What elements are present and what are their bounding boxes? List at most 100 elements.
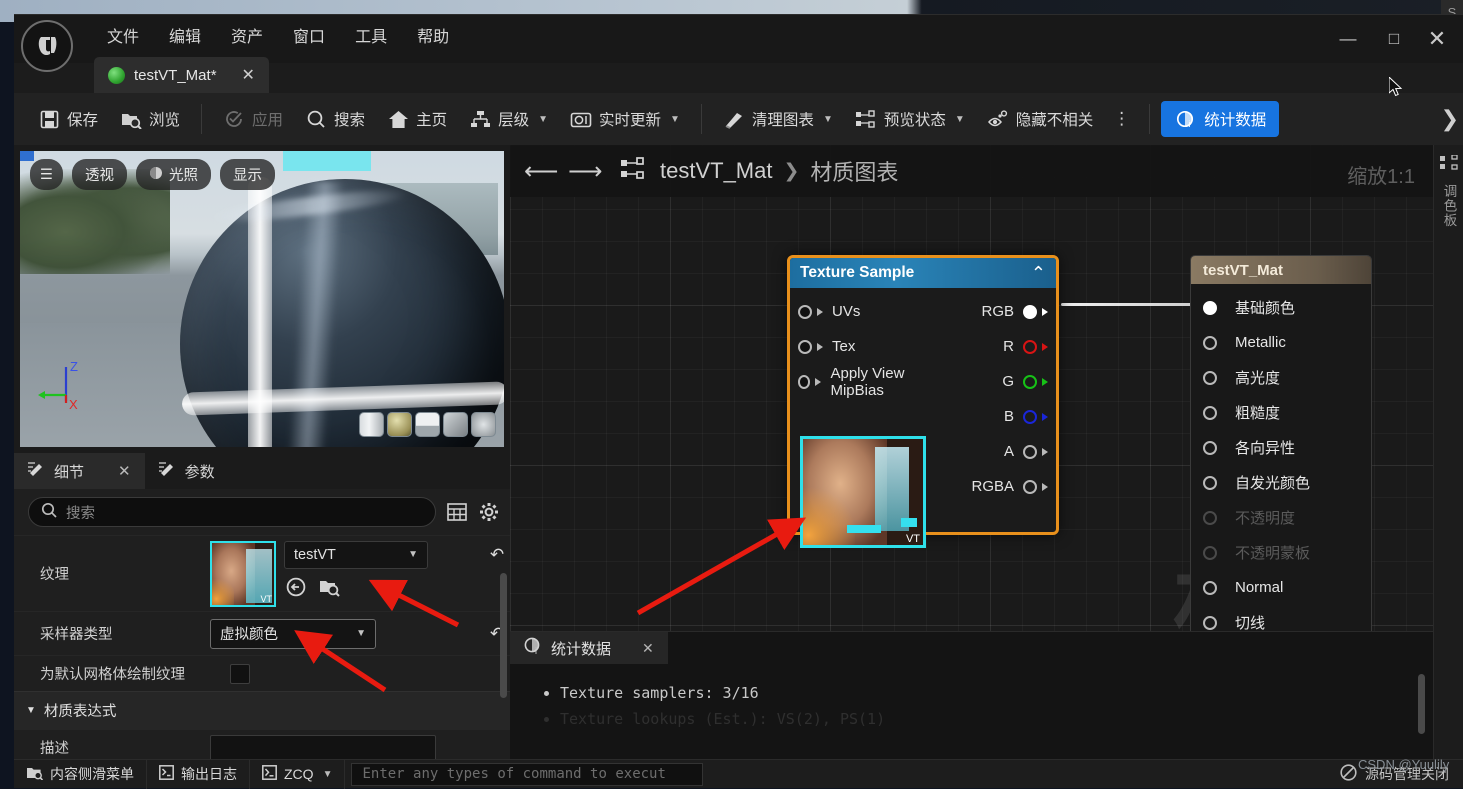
shape-sphere-button[interactable]	[387, 412, 412, 437]
pin-opacity[interactable]: 不透明度	[1191, 500, 1371, 535]
use-selected-asset-icon[interactable]	[284, 575, 308, 599]
tab-details[interactable]: 细节 ✕	[14, 453, 145, 489]
node-texture-preview[interactable]: VT	[800, 436, 926, 548]
menu-edit[interactable]: 编辑	[156, 17, 214, 53]
viewport-perspective-button[interactable]: 透视	[72, 159, 127, 190]
node-texture-sample[interactable]: Texture Sample ⌃ UVs Tex Apply View MipB…	[787, 255, 1059, 548]
chevron-down-icon[interactable]: ▼	[538, 114, 548, 125]
clean-graph-button[interactable]: 清理图表 ▼	[713, 102, 843, 136]
pin-output-g[interactable]: G	[942, 364, 1048, 399]
live-update-button[interactable]: 实时更新 ▼	[560, 102, 690, 136]
revert-texture-button[interactable]: ↶	[484, 545, 510, 565]
menu-window[interactable]: 窗口	[280, 17, 338, 53]
shape-teapot-button[interactable]	[471, 412, 496, 437]
command-input[interactable]: Enter any types of command to execut	[351, 762, 704, 786]
maximize-button[interactable]: □	[1371, 16, 1417, 62]
pin-input-tex[interactable]: Tex	[798, 329, 942, 364]
overflow-menu-button[interactable]: ⋮	[1105, 109, 1138, 129]
description-input[interactable]	[210, 734, 436, 761]
pin-output-rgba[interactable]: RGBA	[942, 469, 1048, 504]
tab-parameters[interactable]: 参数	[145, 453, 229, 489]
toolbar-overflow-chevron[interactable]: ❯	[1441, 106, 1459, 132]
chevron-up-icon[interactable]: ⌃	[1031, 263, 1046, 284]
pin-anisotropy[interactable]: 各向异性	[1191, 430, 1371, 465]
output-log-button[interactable]: 输出日志	[147, 759, 250, 789]
texture-asset-dropdown[interactable]: testVT ▼	[284, 540, 428, 569]
close-icon[interactable]: ✕	[118, 462, 131, 480]
node-header[interactable]: testVT_Mat	[1191, 256, 1371, 284]
section-material-expression[interactable]: ▼ 材质表达式	[14, 691, 510, 729]
pin-input-uvs[interactable]: UVs	[798, 294, 942, 329]
stats-scrollbar[interactable]	[1418, 674, 1425, 734]
material-graph-canvas[interactable]: 材质 Texture Sample ⌃ UVs	[510, 145, 1433, 759]
close-icon[interactable]: ✕	[642, 640, 654, 657]
content-drawer-label: 内容侧滑菜单	[50, 766, 134, 782]
forward-arrow-icon[interactable]: ⟶	[568, 157, 602, 186]
default-mesh-paint-checkbox[interactable]	[230, 663, 250, 684]
home-button[interactable]: 主页	[377, 102, 457, 136]
settings-gear-icon[interactable]	[478, 501, 500, 523]
connection-wire-rgb-to-basecolor[interactable]	[1061, 303, 1192, 306]
graph-node-icon[interactable]	[1434, 154, 1463, 174]
tab-testvt-mat[interactable]: testVT_Mat* ✕	[94, 57, 269, 93]
pin-output-a[interactable]: A	[942, 434, 1048, 469]
browse-button[interactable]: 浏览	[110, 102, 190, 136]
menu-help[interactable]: 帮助	[404, 17, 462, 53]
menu-tools[interactable]: 工具	[342, 17, 400, 53]
back-arrow-icon[interactable]: ⟵	[524, 157, 558, 186]
sampler-type-dropdown[interactable]: 虚拟颜色 ▼	[210, 618, 376, 649]
pin-output-r[interactable]: R	[942, 329, 1048, 364]
viewport-lighting-button[interactable]: 光照	[136, 159, 211, 190]
chevron-down-icon[interactable]: ▼	[823, 114, 833, 125]
hide-unrelated-button[interactable]: 隐藏不相关	[977, 102, 1104, 136]
pin-metallic[interactable]: Metallic	[1191, 325, 1371, 360]
minimize-button[interactable]: —	[1325, 16, 1371, 62]
pin-base-color[interactable]: 基础颜色	[1191, 290, 1371, 325]
stats-button[interactable]: i 统计数据	[1161, 101, 1280, 137]
stats-line: Texture lookups (Est.): VS(2), PS(1)	[560, 706, 1433, 732]
pin-emissive-color[interactable]: 自发光颜色	[1191, 465, 1371, 500]
hierarchy-button[interactable]: 层级 ▼	[459, 102, 558, 136]
close-button[interactable]: ✕	[1417, 16, 1463, 62]
close-icon[interactable]: ✕	[242, 65, 255, 85]
source-control-status[interactable]: 源码管理关闭 CSDN @Yuulily	[1340, 757, 1463, 784]
table-view-icon[interactable]	[446, 501, 468, 523]
search-button[interactable]: 搜索	[295, 102, 375, 136]
shape-cylinder-button[interactable]	[359, 412, 384, 437]
material-preview-viewport[interactable]: ☰ 透视 光照 显示 Z X	[20, 151, 504, 447]
preview-state-button[interactable]: 预览状态 ▼	[845, 102, 975, 136]
details-scrollbar[interactable]	[500, 573, 507, 698]
chevron-down-icon[interactable]: ▼	[670, 114, 680, 125]
content-drawer-button[interactable]: 内容侧滑菜单	[14, 759, 147, 789]
chevron-down-icon[interactable]: ▼	[955, 114, 965, 125]
pin-specular[interactable]: 高光度	[1191, 360, 1371, 395]
stats-panel-tab[interactable]: i 统计数据 ✕	[510, 632, 668, 664]
command-console-selector[interactable]: ZCQ ▼	[250, 759, 346, 789]
breadcrumb-root[interactable]: testVT_Mat	[660, 158, 772, 184]
breadcrumb-leaf[interactable]: 材质图表	[810, 155, 898, 187]
palette-tab-label[interactable]: 调色板	[1439, 184, 1459, 228]
graph-node-icon	[855, 108, 877, 130]
shape-plane-button[interactable]	[415, 412, 440, 437]
node-header[interactable]: Texture Sample ⌃	[790, 258, 1056, 288]
shape-cube-button[interactable]	[443, 412, 468, 437]
menu-file[interactable]: 文件	[94, 17, 152, 53]
save-button[interactable]: 保存	[28, 102, 108, 136]
search-input[interactable]: 搜索	[28, 497, 436, 527]
pin-roughness[interactable]: 粗糙度	[1191, 395, 1371, 430]
viewport-show-button[interactable]: 显示	[220, 159, 275, 190]
chevron-down-icon[interactable]: ▼	[323, 769, 333, 780]
viewport-menu-button[interactable]: ☰	[30, 159, 63, 190]
pin-input-apply-view-mipbias[interactable]: Apply View MipBias	[798, 364, 942, 399]
unreal-logo-icon[interactable]	[21, 20, 73, 72]
menu-assets[interactable]: 资产	[218, 17, 276, 53]
pin-output-b[interactable]: B	[942, 399, 1048, 434]
texture-thumbnail[interactable]: VT	[210, 540, 276, 607]
pin-normal[interactable]: Normal	[1191, 570, 1371, 605]
pin-opacity-mask[interactable]: 不透明蒙板	[1191, 535, 1371, 570]
apply-button[interactable]: 应用	[213, 102, 293, 136]
pin-output-rgb[interactable]: RGB	[942, 294, 1048, 329]
browse-to-asset-icon[interactable]	[317, 575, 341, 599]
node-material-output[interactable]: testVT_Mat 基础颜色 Metallic 高光度 粗糙度 各向异性 自发…	[1190, 255, 1372, 649]
main-toolbar: 保存 浏览 应用 搜索 主页 层级 ▼ 实时更新 ▼ 清理图表 ▼ 预览状态 ▼…	[14, 93, 1463, 145]
